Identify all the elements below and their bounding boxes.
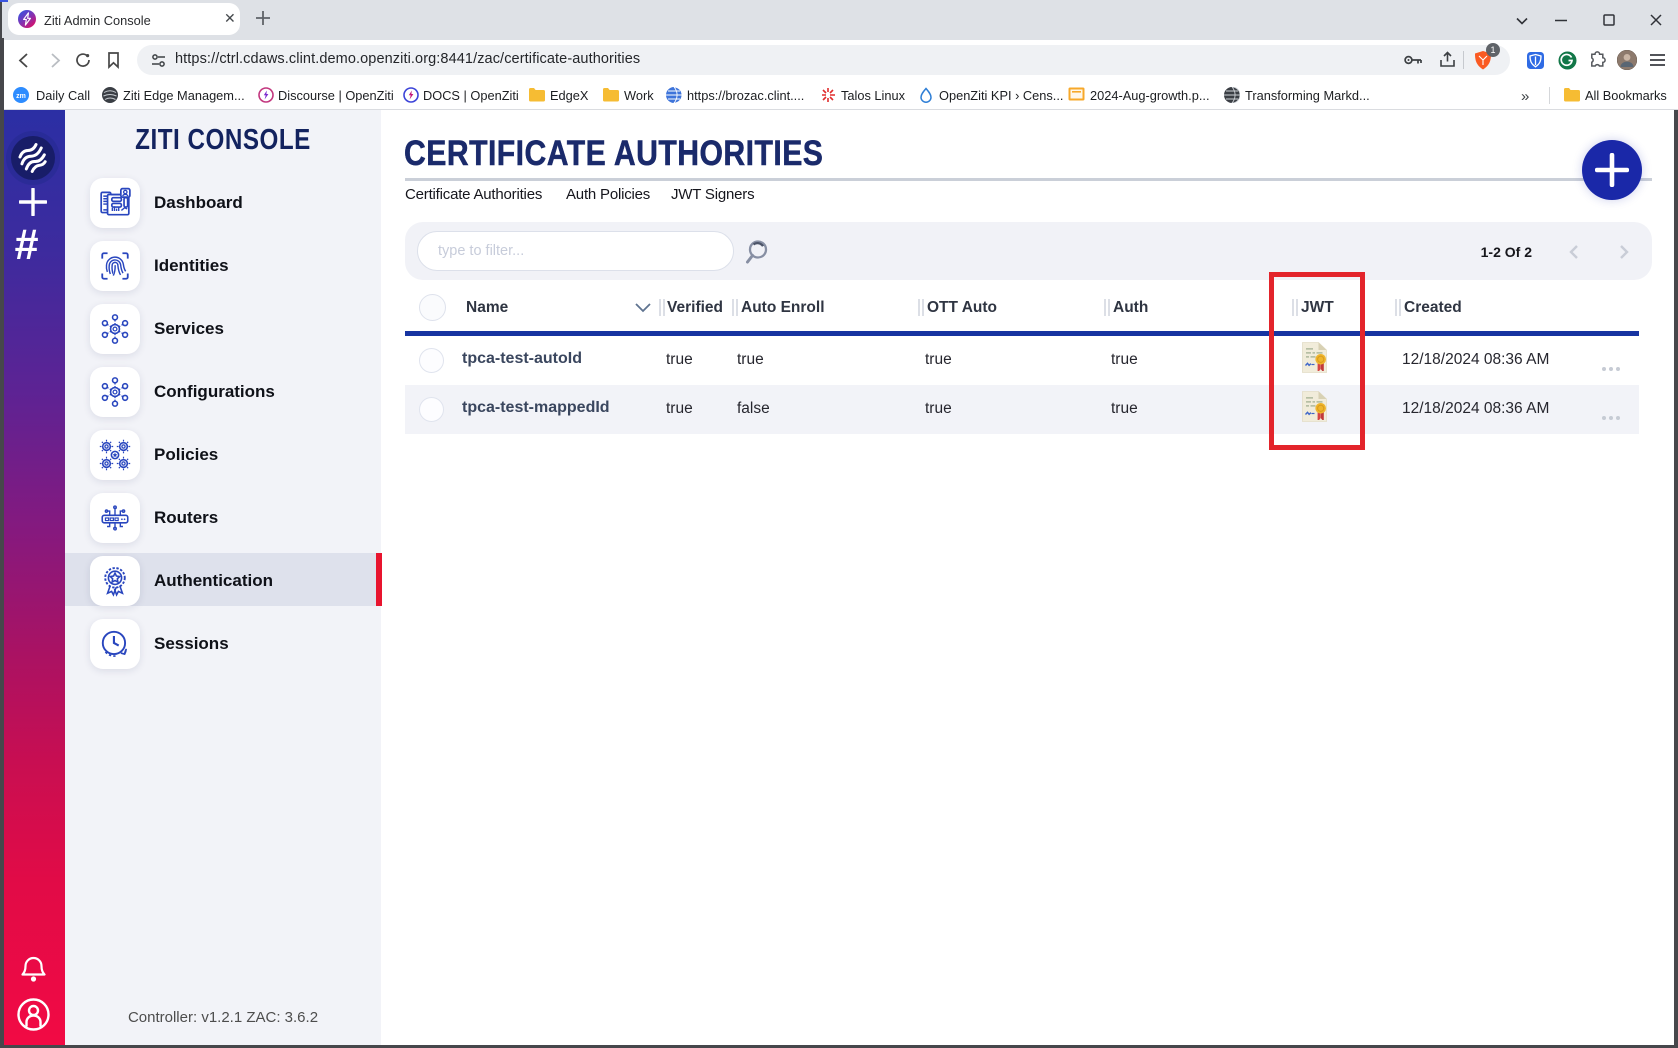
svg-text:zm: zm: [16, 93, 26, 100]
